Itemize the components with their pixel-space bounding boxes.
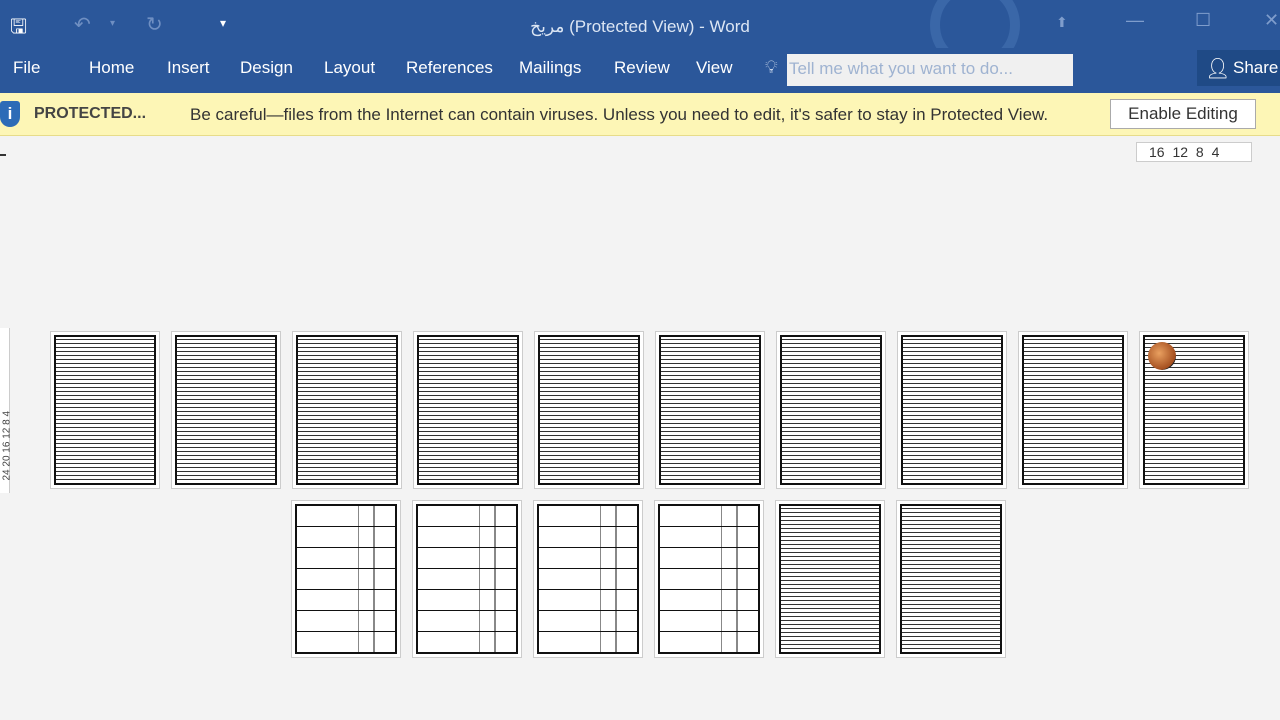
page-thumbnail[interactable] — [654, 500, 764, 658]
mars-image — [1148, 342, 1176, 370]
page-content — [417, 335, 519, 485]
tab-insert[interactable]: Insert — [167, 58, 210, 78]
ribbon-display-icon[interactable]: ⬆ — [1056, 14, 1068, 31]
page-thumbnail[interactable] — [50, 331, 160, 489]
ruler-marker — [0, 154, 6, 156]
tab-references[interactable]: References — [406, 58, 493, 78]
page-content — [538, 335, 640, 485]
protected-label: PROTECTED... — [34, 105, 147, 122]
page-content — [659, 335, 761, 485]
tab-home[interactable]: Home — [89, 58, 134, 78]
vertical-ruler-labels: 24 20 16 12 8 4 — [1, 410, 13, 481]
tell-me-input[interactable]: Tell me what you want to do... — [787, 54, 1073, 86]
horizontal-ruler[interactable]: 16 12 8 4 — [1136, 142, 1252, 162]
page-thumbnail[interactable] — [533, 500, 643, 658]
ribbon-tabs: File Home Insert Design Layout Reference… — [0, 48, 1280, 93]
lightbulb-icon: 💡︎ — [765, 57, 778, 77]
page-content — [296, 335, 398, 485]
page-thumbnail[interactable] — [897, 331, 1007, 489]
minimize-icon[interactable]: — — [1126, 10, 1144, 31]
page-content — [416, 504, 518, 654]
page-content — [295, 504, 397, 654]
page-content — [54, 335, 156, 485]
shield-info-icon: i — [0, 101, 20, 127]
tab-design[interactable]: Design — [240, 58, 293, 78]
page-content — [175, 335, 277, 485]
page-thumbnail[interactable] — [775, 500, 885, 658]
page-thumbnail[interactable] — [655, 331, 765, 489]
page-thumbnail[interactable] — [534, 331, 644, 489]
tab-mailings[interactable]: Mailings — [519, 58, 581, 78]
vertical-ruler[interactable]: 24 20 16 12 8 4 — [0, 328, 13, 493]
person-add-icon: 👤︎ — [1205, 58, 1231, 80]
page-content — [779, 504, 881, 654]
page-thumbnail[interactable] — [412, 500, 522, 658]
page-content — [780, 335, 882, 485]
enable-editing-button[interactable]: Enable Editing — [1110, 99, 1256, 129]
page-content — [900, 504, 1002, 654]
page-content — [1022, 335, 1124, 485]
page-content — [1143, 335, 1245, 485]
tab-file[interactable]: File — [13, 58, 40, 78]
title-bar: 🖫 ↶ ▾ ↻ ▾ مريخ (Protected View) - Word ⬆… — [0, 0, 1280, 70]
protected-view-bar: i PROTECTED... Be careful—files from the… — [0, 93, 1280, 136]
page-thumbnail[interactable] — [1139, 331, 1249, 489]
page-thumbnail[interactable] — [1018, 331, 1128, 489]
page-content — [537, 504, 639, 654]
tab-layout[interactable]: Layout — [324, 58, 375, 78]
window-title: مريخ (Protected View) - Word — [530, 17, 750, 36]
close-icon[interactable]: ✕ — [1264, 10, 1279, 31]
page-content — [658, 504, 760, 654]
protected-message: Be careful—files from the Internet can c… — [190, 105, 1049, 124]
share-button[interactable]: 👤︎ Share — [1197, 50, 1280, 86]
page-thumbnail[interactable] — [413, 331, 523, 489]
page-content — [901, 335, 1003, 485]
page-thumbnail[interactable] — [776, 331, 886, 489]
tab-view[interactable]: View — [696, 58, 733, 78]
maximize-icon[interactable]: ☐ — [1195, 10, 1211, 31]
page-thumbnail[interactable] — [171, 331, 281, 489]
page-thumbnail[interactable] — [896, 500, 1006, 658]
page-thumbnail[interactable] — [291, 500, 401, 658]
share-label: Share — [1233, 58, 1279, 77]
tab-review[interactable]: Review — [614, 58, 670, 78]
page-thumbnail[interactable] — [292, 331, 402, 489]
